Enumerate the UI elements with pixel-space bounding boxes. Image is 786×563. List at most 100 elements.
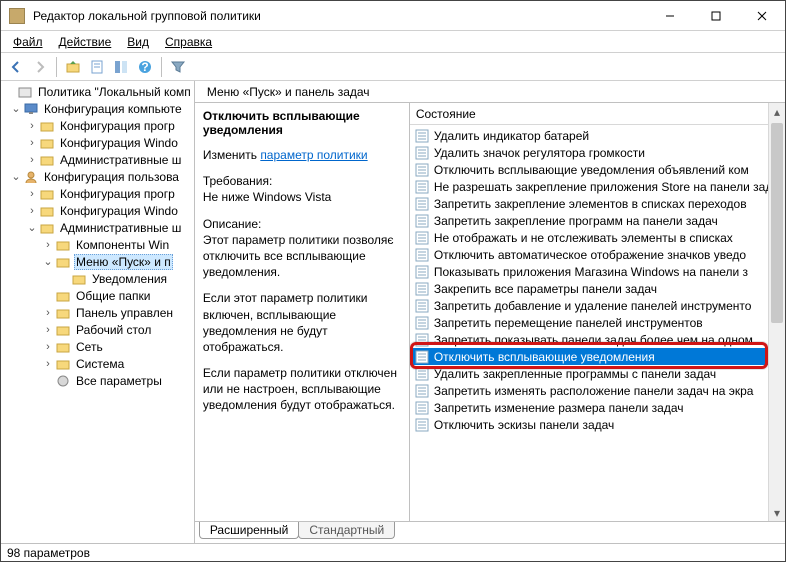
folder-icon xyxy=(39,204,55,218)
scroll-thumb[interactable] xyxy=(771,123,783,323)
tree-pane[interactable]: Политика "Локальный комп ⌄Конфигурация к… xyxy=(1,81,195,543)
tree-comp-conf[interactable]: ⌄Конфигурация компьюте xyxy=(1,100,194,117)
req-label: Требования: xyxy=(203,174,273,188)
tree-start-menu[interactable]: ⌄Меню «Пуск» и п xyxy=(1,253,194,270)
list-item[interactable]: Закрепить все параметры панели задач xyxy=(410,280,785,297)
policy-icon xyxy=(17,85,33,99)
item-label: Отключить всплывающие уведомления объявл… xyxy=(434,163,749,177)
desc-1: Этот параметр политики позволяє отключит… xyxy=(203,233,394,279)
details-pane: Отключить всплывающие уведомления Измени… xyxy=(195,103,410,521)
app-icon xyxy=(9,8,25,24)
setting-icon xyxy=(414,265,430,279)
menu-action[interactable]: Действие xyxy=(51,33,120,51)
tree-root[interactable]: Политика "Локальный комп xyxy=(1,83,194,100)
setting-icon xyxy=(414,248,430,262)
folder-icon xyxy=(55,289,71,303)
menu-view[interactable]: Вид xyxy=(119,33,157,51)
tree-comp-admin[interactable]: ›Административные ш xyxy=(1,151,194,168)
item-label: Не разрешать закрепление приложения Stor… xyxy=(434,180,785,194)
help-button[interactable]: ? xyxy=(134,56,156,78)
item-label: Отключить всплывающие уведомления xyxy=(434,350,655,364)
separator xyxy=(56,57,57,77)
item-label: Запретить добавление и удаление панелей … xyxy=(434,299,752,313)
maximize-button[interactable] xyxy=(693,1,739,30)
tree-comp-prog[interactable]: ›Конфигурация прогр xyxy=(1,117,194,134)
settings-icon xyxy=(55,374,71,388)
forward-button[interactable] xyxy=(29,56,51,78)
list-item[interactable]: Запретить показывать панели задач более … xyxy=(410,331,785,348)
list-item[interactable]: Удалить значок регулятора громкости xyxy=(410,144,785,161)
list-item[interactable]: Запретить закрепление элементов в списка… xyxy=(410,195,785,212)
column-header[interactable]: Состояние xyxy=(410,103,785,125)
separator xyxy=(161,57,162,77)
filter-button[interactable] xyxy=(167,56,189,78)
list-item[interactable]: Отключить всплывающие уведомления объявл… xyxy=(410,161,785,178)
edit-policy-link[interactable]: параметр политики xyxy=(260,148,367,162)
settings-list[interactable]: Состояние Удалить индикатор батарей Удали… xyxy=(410,103,785,521)
setting-icon xyxy=(414,146,430,160)
desc-3: Если параметр политики отключен или не н… xyxy=(203,365,401,414)
svg-text:?: ? xyxy=(141,60,148,74)
refresh-button[interactable] xyxy=(110,56,132,78)
list-item[interactable]: Не разрешать закрепление приложения Stor… xyxy=(410,178,785,195)
up-button[interactable] xyxy=(62,56,84,78)
list-item[interactable]: Запретить закрепление программ на панели… xyxy=(410,212,785,229)
tree-ctrl-panel[interactable]: ›Панель управлен xyxy=(1,304,194,321)
list-item[interactable]: Отключить автоматическое отображение зна… xyxy=(410,246,785,263)
tree-comp-win-sub[interactable]: ›Компоненты Win xyxy=(1,236,194,253)
list-item[interactable]: Запретить добавление и удаление панелей … xyxy=(410,297,785,314)
properties-button[interactable] xyxy=(86,56,108,78)
setting-icon xyxy=(414,197,430,211)
right-pane: Меню «Пуск» и панель задач Отключить всп… xyxy=(195,81,785,543)
item-label: Не отображать и не отслеживать элементы … xyxy=(434,231,733,245)
req-text: Не ниже Windows Vista xyxy=(203,190,332,204)
tree-user-win[interactable]: ›Конфигурация Windo xyxy=(1,202,194,219)
folder-icon xyxy=(39,153,55,167)
item-label: Удалить закрепленные программы с панели … xyxy=(434,367,716,381)
menu-file[interactable]: Файл xyxy=(5,33,51,51)
tree-desktop[interactable]: ›Рабочий стол xyxy=(1,321,194,338)
item-label: Запретить изменение размера панели задач xyxy=(434,401,684,415)
list-item[interactable]: Удалить индикатор батарей xyxy=(410,127,785,144)
tree-all-params[interactable]: Все параметры xyxy=(1,372,194,389)
setting-icon xyxy=(414,333,430,347)
setting-icon xyxy=(414,384,430,398)
close-button[interactable] xyxy=(739,1,785,30)
setting-icon xyxy=(414,401,430,415)
list-item[interactable]: Не отображать и не отслеживать элементы … xyxy=(410,229,785,246)
list-item[interactable]: Отключить эскизы панели задач xyxy=(410,416,785,433)
tree-system[interactable]: ›Система xyxy=(1,355,194,372)
tree-user-conf[interactable]: ⌄Конфигурация пользова xyxy=(1,168,194,185)
setting-icon xyxy=(414,180,430,194)
list-item[interactable]: Запретить изменять расположение панели з… xyxy=(410,382,785,399)
window-title: Редактор локальной групповой политики xyxy=(33,9,647,23)
item-label: Запретить изменять расположение панели з… xyxy=(434,384,754,398)
tree-notifications[interactable]: Уведомления xyxy=(1,270,194,287)
tree-network[interactable]: ›Сеть xyxy=(1,338,194,355)
scroll-down-icon[interactable]: ▾ xyxy=(769,504,785,521)
path-bar: Меню «Пуск» и панель задач xyxy=(195,81,785,103)
minimize-button[interactable] xyxy=(647,1,693,30)
folder-icon xyxy=(39,136,55,150)
tree-user-admin[interactable]: ⌄Административные ш xyxy=(1,219,194,236)
change-label: Изменить xyxy=(203,148,257,162)
list-item[interactable]: Запретить перемещение панелей инструмент… xyxy=(410,314,785,331)
list-item[interactable]: Удалить закрепленные программы с панели … xyxy=(410,365,785,382)
scrollbar[interactable]: ▴ ▾ xyxy=(768,103,785,521)
folder-icon xyxy=(39,187,55,201)
tree-shared[interactable]: Общие папки xyxy=(1,287,194,304)
scroll-up-icon[interactable]: ▴ xyxy=(769,103,785,120)
list-item[interactable]: Запретить изменение размера панели задач xyxy=(410,399,785,416)
list-item[interactable]: Отключить всплывающие уведомления xyxy=(410,348,785,365)
tab-extended[interactable]: Расширенный xyxy=(199,522,300,539)
tab-standard[interactable]: Стандартный xyxy=(298,522,395,539)
folder-icon xyxy=(55,323,71,337)
desc-label: Описание: xyxy=(203,217,262,231)
tree-user-prog[interactable]: ›Конфигурация прогр xyxy=(1,185,194,202)
menu-help[interactable]: Справка xyxy=(157,33,220,51)
list-item[interactable]: Показывать приложения Магазина Windows н… xyxy=(410,263,785,280)
back-button[interactable] xyxy=(5,56,27,78)
item-label: Удалить значок регулятора громкости xyxy=(434,146,645,160)
setting-icon xyxy=(414,282,430,296)
tree-comp-win[interactable]: ›Конфигурация Windo xyxy=(1,134,194,151)
